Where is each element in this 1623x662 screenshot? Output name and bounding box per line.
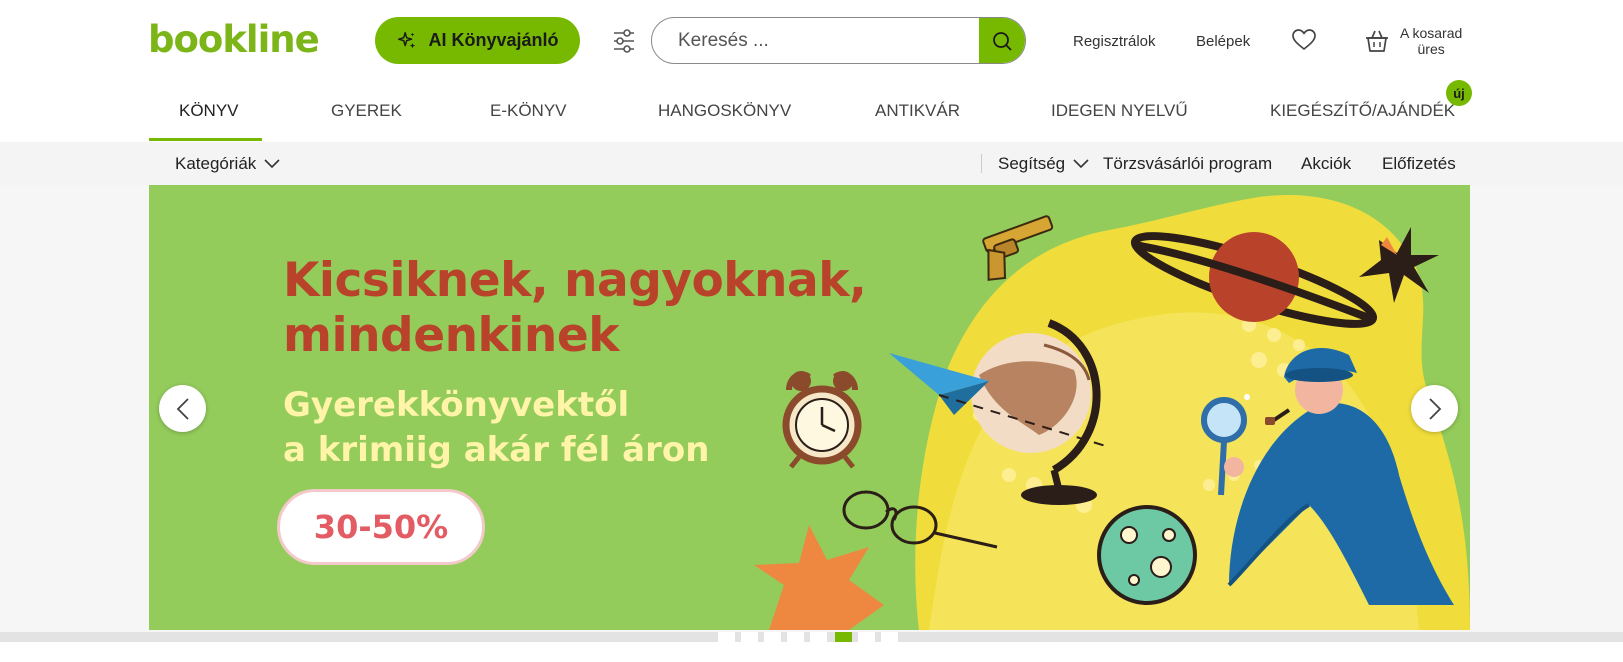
nav-tab-idegen-nyelvu[interactable]: IDEGEN NYELVŰ bbox=[1051, 101, 1188, 121]
sparkle-icon bbox=[398, 31, 416, 48]
categories-label: Kategóriák bbox=[175, 154, 257, 173]
cart-icon bbox=[1366, 30, 1388, 52]
carousel-dot[interactable] bbox=[741, 632, 758, 642]
carousel-dot[interactable] bbox=[881, 632, 898, 642]
carousel-dot[interactable] bbox=[858, 632, 875, 642]
carousel-next-button[interactable] bbox=[1411, 385, 1458, 432]
chevron-left-icon bbox=[176, 397, 189, 420]
login-link[interactable]: Belépek bbox=[1196, 33, 1250, 50]
main-nav: KÖNYV GYEREK E-KÖNYV HANGOSKÖNYV ANTIKVÁ… bbox=[0, 84, 1623, 142]
cart-status-line2: üres bbox=[1417, 41, 1445, 57]
banner-subline2: a krimiig akár fél áron bbox=[283, 430, 710, 470]
help-label: Segítség bbox=[998, 154, 1066, 173]
carousel-dot[interactable] bbox=[810, 632, 827, 642]
top-header: bookline AI Könyvajánló Regisztrálok Bel… bbox=[0, 0, 1623, 84]
active-tab-indicator bbox=[149, 138, 262, 141]
cart-status-line1: A kosarad bbox=[1400, 25, 1463, 41]
ai-book-recommender-button[interactable]: AI Könyvajánló bbox=[375, 17, 580, 64]
cart-button[interactable]: A kosarad üres bbox=[1364, 25, 1462, 57]
heart-icon[interactable] bbox=[1291, 27, 1317, 53]
banner-headline-line2: mindenkinek bbox=[283, 308, 619, 363]
filter-icon[interactable] bbox=[612, 27, 636, 55]
loyalty-program-link[interactable]: Törzsvásárlói program bbox=[1103, 154, 1272, 174]
sub-nav: Kategóriák Segítség Törzsvásárlói progra… bbox=[0, 142, 1623, 185]
ai-button-label: AI Könyvajánló bbox=[428, 30, 559, 50]
nav-tab-e-konyv[interactable]: E-KÖNYV bbox=[490, 101, 567, 121]
carousel-prev-button[interactable] bbox=[159, 385, 206, 432]
nav-tab-hangoskonyv[interactable]: HANGOSKÖNYV bbox=[658, 101, 791, 121]
search-input[interactable] bbox=[652, 18, 979, 63]
promo-banner[interactable]: Kicsiknek, nagyoknak, mindenkinek Gyerek… bbox=[149, 185, 1470, 630]
deals-link[interactable]: Akciók bbox=[1301, 154, 1351, 174]
carousel-dot[interactable] bbox=[718, 632, 735, 642]
new-badge: új bbox=[1446, 80, 1472, 106]
help-dropdown[interactable]: Segítség bbox=[998, 154, 1089, 174]
nav-tab-gyerek[interactable]: GYEREK bbox=[331, 101, 402, 121]
carousel-dot[interactable] bbox=[787, 632, 804, 642]
cart-status: A kosarad üres bbox=[1400, 25, 1462, 57]
hero-carousel: Kicsiknek, nagyoknak, mindenkinek Gyerek… bbox=[0, 185, 1623, 632]
banner-subline1: Gyerekkönyvektől bbox=[283, 385, 630, 425]
banner-subheadline: Gyerekkönyvektől a krimiig akár fél áron bbox=[283, 383, 709, 473]
banner-headline-line1: Kicsiknek, nagyoknak, bbox=[283, 253, 867, 308]
carousel-dot[interactable] bbox=[764, 632, 781, 642]
register-link[interactable]: Regisztrálok bbox=[1073, 33, 1156, 50]
nav-tab-antikvar[interactable]: ANTIKVÁR bbox=[875, 101, 960, 121]
search-bar bbox=[651, 17, 1026, 64]
discount-badge[interactable]: 30-50% bbox=[277, 489, 485, 565]
subscription-link[interactable]: Előfizetés bbox=[1382, 154, 1456, 174]
banner-headline: Kicsiknek, nagyoknak, mindenkinek bbox=[283, 253, 867, 363]
carousel-dot-active[interactable] bbox=[835, 632, 852, 642]
search-icon bbox=[993, 31, 1012, 51]
bookline-logo[interactable]: bookline bbox=[148, 18, 320, 61]
chevron-down-icon bbox=[264, 159, 280, 169]
chevron-right-icon bbox=[1428, 397, 1441, 420]
nav-tab-kiegeszito-ajandek[interactable]: KIEGÉSZÍTŐ/AJÁNDÉK bbox=[1270, 101, 1455, 121]
search-button[interactable] bbox=[979, 18, 1025, 63]
nav-tab-konyv[interactable]: KÖNYV bbox=[179, 101, 239, 121]
chevron-down-icon bbox=[1073, 159, 1089, 169]
divider bbox=[981, 154, 982, 173]
categories-dropdown[interactable]: Kategóriák bbox=[175, 154, 280, 174]
